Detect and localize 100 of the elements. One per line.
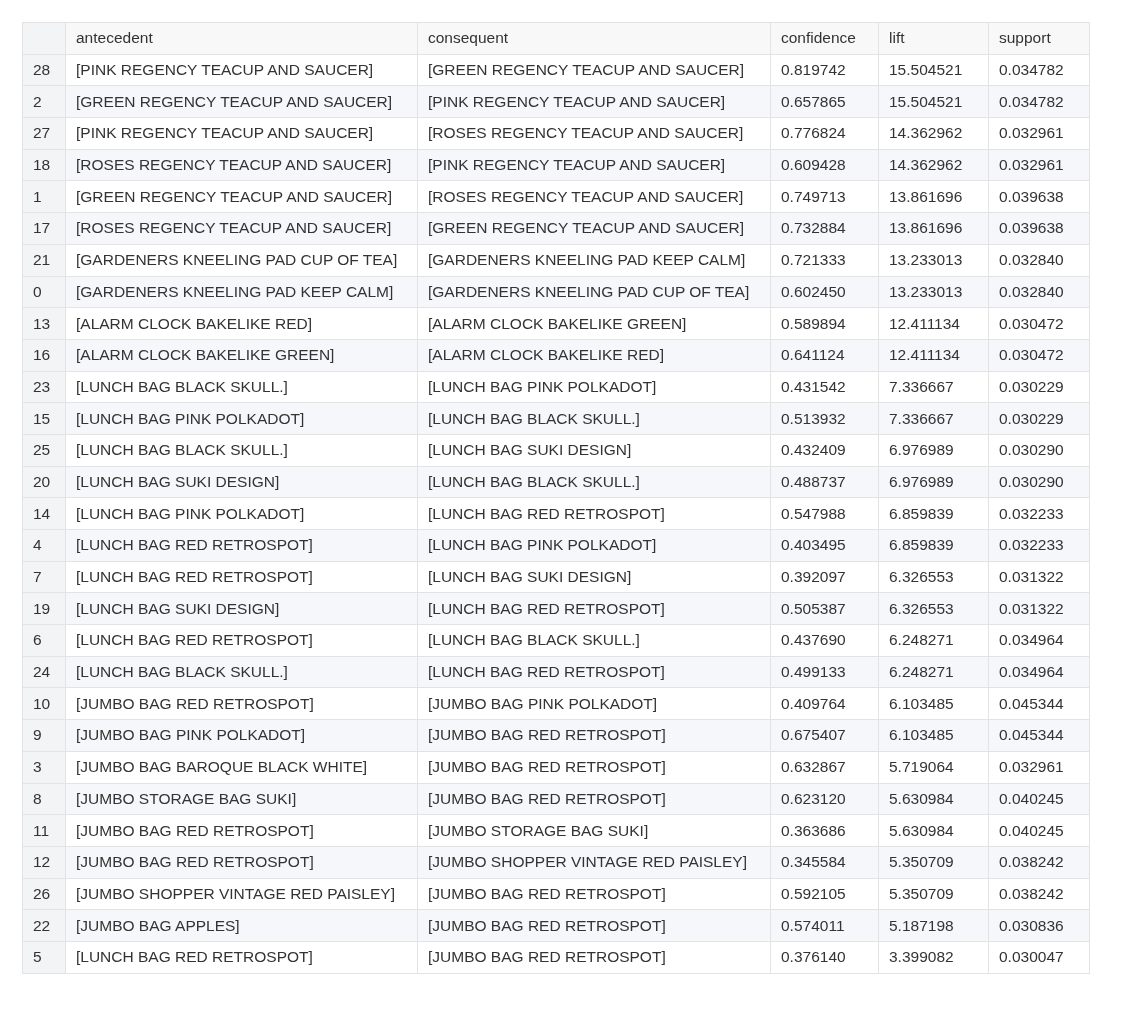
row-index: 25	[22, 434, 66, 467]
table-cell: [LUNCH BAG RED RETROSPOT]	[417, 592, 771, 625]
row-index: 17	[22, 212, 66, 245]
row-index: 5	[22, 941, 66, 974]
table-cell: 0.602450	[770, 276, 879, 308]
row-index: 2	[22, 85, 66, 118]
table-cell: 6.103485	[878, 687, 989, 720]
table-cell: [LUNCH BAG SUKI DESIGN]	[417, 434, 771, 467]
table-cell: [JUMBO BAG RED RETROSPOT]	[65, 687, 418, 720]
table-cell: [JUMBO BAG RED RETROSPOT]	[417, 941, 771, 974]
table-cell: [JUMBO BAG RED RETROSPOT]	[417, 878, 771, 910]
table-cell: 0.030472	[988, 307, 1090, 340]
table-cell: [LUNCH BAG BLACK SKULL.]	[65, 434, 418, 467]
row-index: 24	[22, 656, 66, 688]
table-cell: 0.039638	[988, 212, 1090, 245]
table-cell: 0.488737	[770, 466, 879, 498]
table-cell: 0.513932	[770, 402, 879, 435]
table-cell: 12.411134	[878, 339, 989, 372]
table-cell: [GREEN REGENCY TEACUP AND SAUCER]	[65, 180, 418, 213]
row-index: 15	[22, 402, 66, 435]
table-cell: [JUMBO STORAGE BAG SUKI]	[65, 783, 418, 815]
table-cell: 0.776824	[770, 117, 879, 150]
table-cell: 0.589894	[770, 307, 879, 340]
column-header: antecedent	[65, 22, 418, 55]
table-cell: 0.034964	[988, 624, 1090, 657]
table-cell: 0.032840	[988, 276, 1090, 308]
table-cell: [LUNCH BAG RED RETROSPOT]	[65, 561, 418, 593]
table-cell: [PINK REGENCY TEACUP AND SAUCER]	[65, 54, 418, 86]
table-cell: 0.431542	[770, 371, 879, 403]
table-cell: 0.032961	[988, 117, 1090, 150]
row-index: 22	[22, 909, 66, 942]
table-cell: 5.630984	[878, 814, 989, 847]
table-cell: 0.030290	[988, 434, 1090, 467]
table-cell: 6.326553	[878, 561, 989, 593]
table-cell: 0.045344	[988, 719, 1090, 752]
table-cell: 5.350709	[878, 878, 989, 910]
table-cell: 6.103485	[878, 719, 989, 752]
table-cell: [ALARM CLOCK BAKELIKE RED]	[65, 307, 418, 340]
table-cell: 6.248271	[878, 624, 989, 657]
table-cell: 14.362962	[878, 149, 989, 181]
table-cell: 7.336667	[878, 371, 989, 403]
index-header-cell	[22, 22, 66, 55]
column-header: lift	[878, 22, 989, 55]
row-index: 19	[22, 592, 66, 625]
table-cell: [JUMBO SHOPPER VINTAGE RED PAISLEY]	[65, 878, 418, 910]
row-index: 27	[22, 117, 66, 150]
table-cell: 0.721333	[770, 244, 879, 276]
table-cell: [LUNCH BAG RED RETROSPOT]	[65, 529, 418, 562]
table-cell: 13.233013	[878, 276, 989, 308]
table-cell: 0.032233	[988, 529, 1090, 562]
table-cell: [JUMBO BAG RED RETROSPOT]	[417, 719, 771, 752]
table-cell: [LUNCH BAG SUKI DESIGN]	[417, 561, 771, 593]
table-cell: 0.039638	[988, 180, 1090, 213]
table-cell: 0.819742	[770, 54, 879, 86]
table-cell: 15.504521	[878, 85, 989, 118]
table-cell: 13.861696	[878, 212, 989, 245]
row-index: 9	[22, 719, 66, 752]
table-cell: [GARDENERS KNEELING PAD CUP OF TEA]	[417, 276, 771, 308]
table-cell: 0.437690	[770, 624, 879, 657]
table-cell: [JUMBO BAG PINK POLKADOT]	[65, 719, 418, 752]
table-cell: [JUMBO BAG APPLES]	[65, 909, 418, 942]
row-index: 10	[22, 687, 66, 720]
table-cell: 0.034782	[988, 54, 1090, 86]
row-index: 3	[22, 751, 66, 783]
column-header: support	[988, 22, 1090, 55]
row-index: 7	[22, 561, 66, 593]
table-cell: 0.032961	[988, 751, 1090, 783]
table-cell: 0.030836	[988, 909, 1090, 942]
row-index: 12	[22, 846, 66, 879]
row-index: 1	[22, 180, 66, 213]
table-cell: [GARDENERS KNEELING PAD KEEP CALM]	[65, 276, 418, 308]
row-index: 23	[22, 371, 66, 403]
row-index: 0	[22, 276, 66, 308]
column-header: consequent	[417, 22, 771, 55]
table-cell: [ROSES REGENCY TEACUP AND SAUCER]	[417, 180, 771, 213]
table-cell: 0.031322	[988, 592, 1090, 625]
table-cell: [LUNCH BAG RED RETROSPOT]	[65, 941, 418, 974]
table-cell: [LUNCH BAG SUKI DESIGN]	[65, 466, 418, 498]
table-cell: [LUNCH BAG PINK POLKADOT]	[417, 371, 771, 403]
table-cell: 0.045344	[988, 687, 1090, 720]
table-cell: [ROSES REGENCY TEACUP AND SAUCER]	[417, 117, 771, 150]
table-cell: [JUMBO BAG RED RETROSPOT]	[417, 909, 771, 942]
column-header: confidence	[770, 22, 879, 55]
table-cell: [GREEN REGENCY TEACUP AND SAUCER]	[65, 85, 418, 118]
table-cell: 0.409764	[770, 687, 879, 720]
table-cell: 14.362962	[878, 117, 989, 150]
table-cell: 0.345584	[770, 846, 879, 879]
table-cell: 0.038242	[988, 878, 1090, 910]
table-cell: [PINK REGENCY TEACUP AND SAUCER]	[65, 117, 418, 150]
row-index: 28	[22, 54, 66, 86]
table-cell: 0.505387	[770, 592, 879, 625]
table-cell: [LUNCH BAG BLACK SKULL.]	[417, 466, 771, 498]
table-cell: 3.399082	[878, 941, 989, 974]
table-cell: [LUNCH BAG BLACK SKULL.]	[65, 656, 418, 688]
row-index: 11	[22, 814, 66, 847]
table-cell: [LUNCH BAG SUKI DESIGN]	[65, 592, 418, 625]
table-cell: 0.031322	[988, 561, 1090, 593]
table-cell: [LUNCH BAG RED RETROSPOT]	[65, 624, 418, 657]
row-index: 8	[22, 783, 66, 815]
table-cell: 6.976989	[878, 434, 989, 467]
